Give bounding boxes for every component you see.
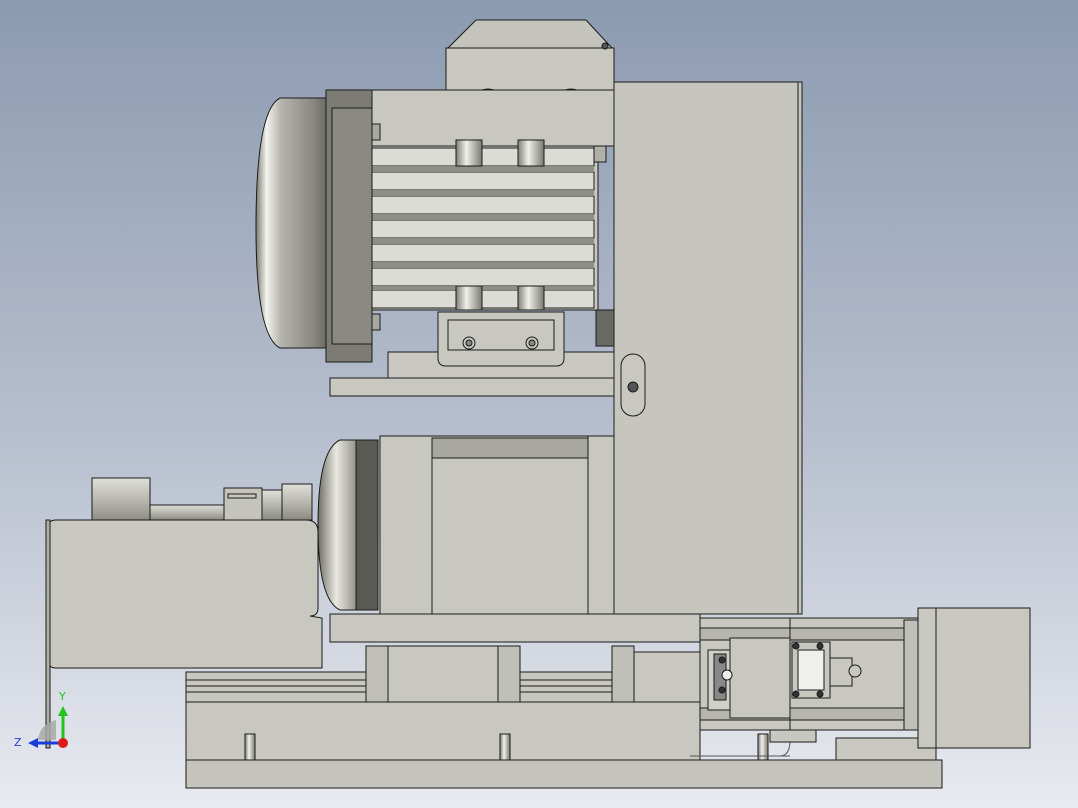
coordinate-triad-icon: Y Z — [14, 690, 68, 749]
cad-assembly-model[interactable] — [0, 0, 1078, 808]
lower-gear-motor[interactable] — [317, 435, 615, 615]
triad-plane-indicator — [38, 720, 56, 740]
y-axis-arrowhead — [58, 706, 68, 716]
right-linear-actuator[interactable] — [699, 607, 1031, 749]
z-axis-label: Z — [14, 736, 22, 749]
triad-origin — [58, 738, 68, 748]
vertical-mounting-plate[interactable] — [613, 81, 803, 615]
y-axis-label: Y — [58, 690, 66, 703]
cad-viewport[interactable]: Y Z — [0, 0, 1078, 808]
z-axis-arrowhead — [28, 738, 38, 748]
